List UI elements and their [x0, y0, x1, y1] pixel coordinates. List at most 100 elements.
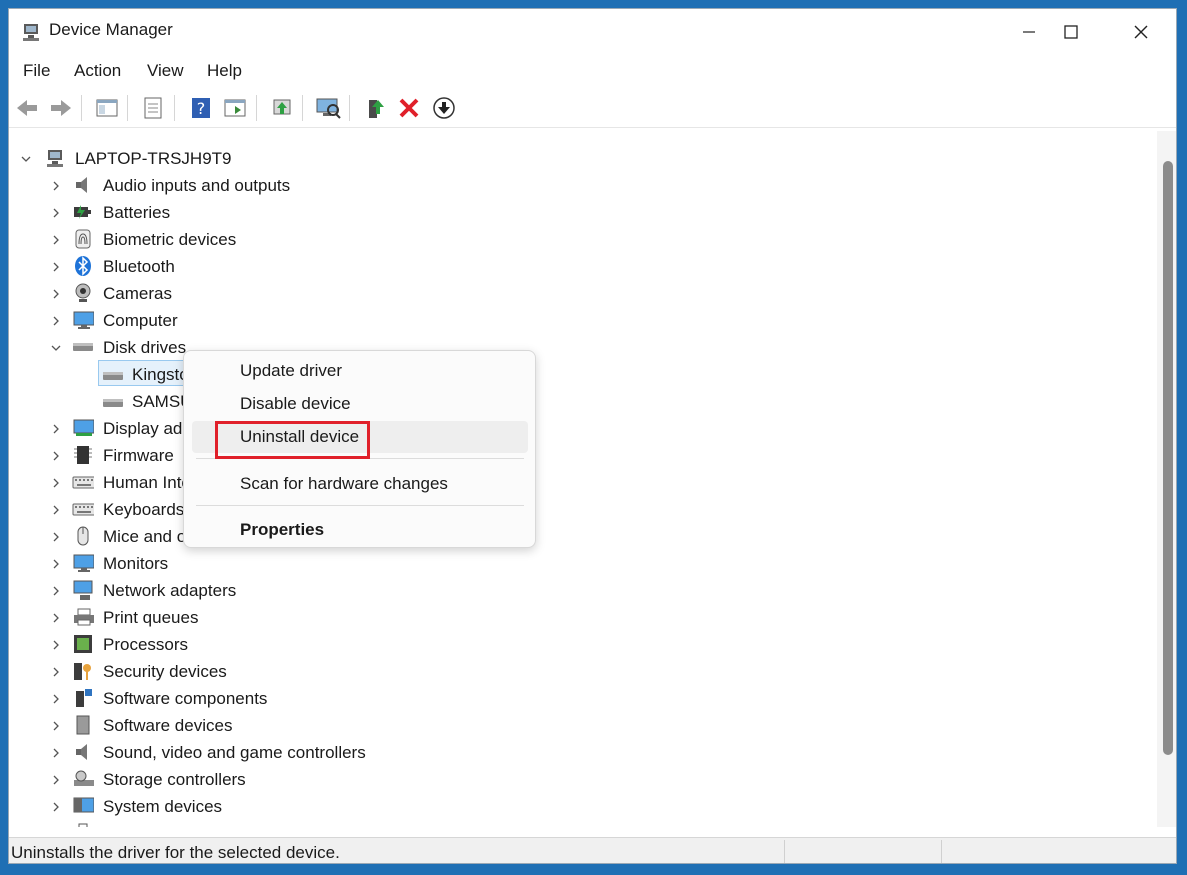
- network-adapter-icon: [72, 579, 94, 601]
- chevron-right-icon[interactable]: [49, 233, 63, 247]
- tree-node-human-inte[interactable]: Human Inte: [103, 473, 191, 493]
- chevron-right-icon[interactable]: [49, 530, 63, 544]
- disk-drive-icon: [72, 336, 94, 358]
- tree-node-computer[interactable]: Computer: [103, 311, 178, 331]
- device-manager-icon: [20, 21, 42, 43]
- tree-node-mice-and-o[interactable]: Mice and o: [103, 527, 186, 547]
- chevron-right-icon[interactable]: [49, 260, 63, 274]
- chevron-right-icon[interactable]: [49, 800, 63, 814]
- security-key-icon: [72, 660, 94, 682]
- tree-node-firmware[interactable]: Firmware: [103, 446, 174, 466]
- ctx-update-driver-label: Update driver: [240, 361, 343, 380]
- update-driver-icon[interactable]: [268, 94, 296, 122]
- tree-node-security-devices[interactable]: Security devices: [103, 662, 227, 682]
- tree-node-cameras[interactable]: Cameras: [103, 284, 172, 304]
- tree-root-label[interactable]: LAPTOP-TRSJH9T9: [75, 149, 232, 169]
- status-separator: [784, 840, 785, 863]
- forward-arrow-icon[interactable]: [47, 94, 75, 122]
- vertical-scrollbar[interactable]: [1157, 131, 1176, 827]
- chevron-right-icon[interactable]: [49, 638, 63, 652]
- keyboard-icon: [72, 498, 94, 520]
- chevron-right-icon[interactable]: [49, 476, 63, 490]
- bluetooth-icon: [72, 255, 94, 277]
- tree-node-network-adapters[interactable]: Network adapters: [103, 581, 236, 601]
- chevron-right-icon[interactable]: [49, 449, 63, 463]
- action-pane-icon[interactable]: [221, 94, 249, 122]
- tree-node-storage-controllers[interactable]: Storage controllers: [103, 770, 246, 790]
- tree-node-universal-serial-bus-controllers[interactable]: Universal Serial Bus controllers: [103, 824, 339, 827]
- menu-file[interactable]: File: [23, 61, 50, 81]
- window-title: Device Manager: [49, 20, 173, 39]
- svg-text:?: ?: [197, 99, 206, 118]
- chevron-right-icon[interactable]: [49, 611, 63, 625]
- update-driver-software-icon[interactable]: [361, 94, 389, 122]
- software-device-icon: [72, 714, 94, 736]
- chevron-right-icon[interactable]: [49, 665, 63, 679]
- chevron-down-icon[interactable]: [49, 341, 63, 355]
- properties-sheet-icon[interactable]: [139, 94, 167, 122]
- highlight-box: [215, 421, 370, 459]
- monitor-icon: [72, 552, 94, 574]
- tree-node-sound-video-and-game-controllers[interactable]: Sound, video and game controllers: [103, 743, 366, 763]
- show-hide-console-tree-icon[interactable]: [93, 94, 121, 122]
- speaker-icon: [72, 174, 94, 196]
- ctx-disable-device[interactable]: Disable device: [192, 388, 528, 420]
- tree-node-software-components[interactable]: Software components: [103, 689, 267, 709]
- toolbar-separator: [349, 95, 350, 121]
- disk-drive-icon: [102, 392, 124, 414]
- chevron-right-icon[interactable]: [49, 584, 63, 598]
- ctx-properties[interactable]: Properties: [192, 514, 528, 546]
- chevron-right-icon[interactable]: [49, 557, 63, 571]
- chevron-right-icon[interactable]: [49, 503, 63, 517]
- menu-action[interactable]: Action: [74, 61, 121, 81]
- maximize-button[interactable]: [1036, 9, 1106, 55]
- tree-node-bluetooth[interactable]: Bluetooth: [103, 257, 175, 277]
- ctx-update-driver[interactable]: Update driver: [192, 355, 528, 387]
- ctx-separator: [196, 505, 524, 506]
- chevron-down-icon[interactable]: [19, 152, 33, 166]
- keyboard-icon: [72, 471, 94, 493]
- chevron-right-icon[interactable]: [49, 692, 63, 706]
- chevron-right-icon[interactable]: [49, 287, 63, 301]
- chevron-right-icon[interactable]: [49, 179, 63, 193]
- chevron-right-icon[interactable]: [49, 422, 63, 436]
- tree-node-biometric-devices[interactable]: Biometric devices: [103, 230, 236, 250]
- software-component-icon: [72, 687, 94, 709]
- chevron-right-icon[interactable]: [49, 746, 63, 760]
- tree-node-print-queues[interactable]: Print queues: [103, 608, 198, 628]
- tree-node-keyboards[interactable]: Keyboards: [103, 500, 184, 520]
- tree-node-batteries[interactable]: Batteries: [103, 203, 170, 223]
- menu-help[interactable]: Help: [207, 61, 242, 81]
- tree-node-kingston-drive[interactable]: Kingsto: [132, 365, 189, 385]
- tree-node-disk-drives[interactable]: Disk drives: [103, 338, 186, 358]
- chevron-right-icon[interactable]: [49, 206, 63, 220]
- toolbar-separator: [81, 95, 82, 121]
- tree-node-monitors[interactable]: Monitors: [103, 554, 168, 574]
- toolbar-separator: [302, 95, 303, 121]
- chevron-right-icon[interactable]: [49, 314, 63, 328]
- chevron-right-icon[interactable]: [49, 773, 63, 787]
- ctx-scan-hardware-label: Scan for hardware changes: [240, 474, 448, 493]
- back-arrow-icon[interactable]: [13, 94, 41, 122]
- help-icon[interactable]: ?: [187, 94, 215, 122]
- disk-drive-icon: [102, 365, 124, 387]
- disable-device-icon[interactable]: [430, 94, 458, 122]
- tree-node-display-ada[interactable]: Display ada: [103, 419, 192, 439]
- tree-node-system-devices[interactable]: System devices: [103, 797, 222, 817]
- storage-controller-icon: [72, 768, 94, 790]
- chevron-right-icon[interactable]: [49, 719, 63, 733]
- tree-node-processors[interactable]: Processors: [103, 635, 188, 655]
- toolbar-separator: [127, 95, 128, 121]
- ctx-scan-hardware[interactable]: Scan for hardware changes: [192, 468, 528, 500]
- scan-hardware-icon[interactable]: [314, 94, 342, 122]
- menu-view[interactable]: View: [147, 61, 184, 81]
- ctx-disable-device-label: Disable device: [240, 394, 351, 413]
- tree-node-software-devices[interactable]: Software devices: [103, 716, 232, 736]
- tree-node-audio-inputs-and-outputs[interactable]: Audio inputs and outputs: [103, 176, 290, 196]
- close-button[interactable]: [1106, 9, 1176, 55]
- title-bar: Device Manager: [9, 9, 1176, 55]
- uninstall-red-x-icon[interactable]: [395, 94, 423, 122]
- scrollbar-thumb[interactable]: [1163, 161, 1173, 755]
- toolbar: ?: [9, 89, 1176, 128]
- status-separator: [941, 840, 942, 863]
